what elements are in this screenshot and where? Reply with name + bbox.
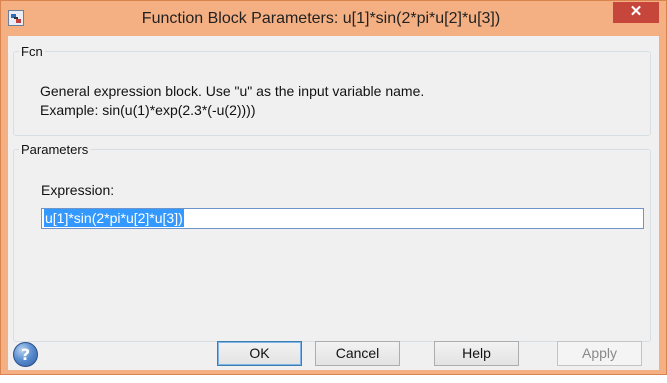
fcn-description-line1: General expression block. Use "u" as the… bbox=[40, 83, 425, 99]
expression-input[interactable]: u[1]*sin(2*pi*u[2]*u[3]) bbox=[41, 208, 644, 229]
close-button[interactable]: ✕ bbox=[613, 2, 659, 23]
ok-button[interactable]: OK bbox=[217, 341, 302, 366]
title-bar[interactable]: Function Block Parameters: u[1]*sin(2*pi… bbox=[1, 1, 666, 37]
help-button[interactable]: Help bbox=[434, 341, 519, 366]
fcn-description-line2: Example: sin(u(1)*exp(2.3*(-u(2)))) bbox=[40, 102, 256, 118]
expression-selected-text: u[1]*sin(2*pi*u[2]*u[3]) bbox=[44, 209, 184, 227]
dialog-body: Fcn General expression block. Use "u" as… bbox=[8, 36, 659, 370]
parameters-group: Parameters bbox=[13, 142, 651, 342]
fcn-group: Fcn General expression block. Use "u" as… bbox=[13, 44, 651, 136]
close-icon: ✕ bbox=[629, 3, 643, 20]
dialog-window: Function Block Parameters: u[1]*sin(2*pi… bbox=[0, 0, 667, 375]
window-title: Function Block Parameters: u[1]*sin(2*pi… bbox=[141, 10, 501, 27]
cancel-button[interactable]: Cancel bbox=[315, 341, 400, 366]
question-mark-icon: ? bbox=[20, 345, 31, 364]
fcn-group-legend: Fcn bbox=[21, 44, 43, 59]
help-circle-icon[interactable]: ? bbox=[13, 342, 38, 367]
apply-button[interactable]: Apply bbox=[557, 341, 642, 366]
simulink-app-icon bbox=[8, 10, 24, 26]
parameters-group-legend: Parameters bbox=[21, 142, 89, 157]
expression-label: Expression: bbox=[41, 182, 115, 198]
